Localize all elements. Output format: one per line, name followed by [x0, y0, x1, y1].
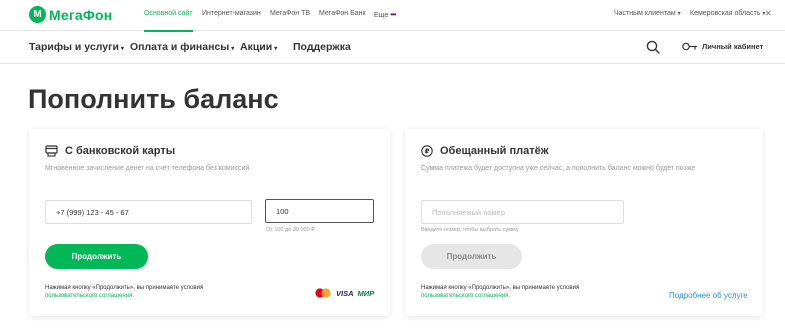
bank-card-header: С банковской карты	[45, 145, 175, 157]
bank-card-subtitle: Мгновенное зачисление денег на счёт теле…	[45, 165, 250, 172]
phone-number-hint: Введите номер, чтобы выбрать сумму	[421, 227, 519, 233]
promised-payment-legal: Нажимая кнопку «Продолжить», вы принимае…	[421, 284, 579, 300]
top-link-more[interactable]: Еще •••	[374, 10, 397, 19]
key-icon	[682, 42, 697, 51]
ruble-icon: ₽	[421, 145, 433, 157]
promised-payment-header: ₽ Обещанный платёж	[421, 145, 549, 157]
close-icon[interactable]: ✕	[765, 9, 772, 18]
phone-input[interactable]: +7 (999) 123 - 45 - 67	[45, 200, 252, 224]
region-label: Кемеровская область	[690, 10, 761, 17]
nav-item-payment[interactable]: Оплата и финансы ▾	[130, 41, 234, 53]
customer-type-select[interactable]: Частным клиентам ▾	[614, 10, 681, 17]
continue-button-disabled[interactable]: Продолжить	[421, 244, 522, 269]
personal-account-label: Личный кабинет	[702, 42, 764, 51]
nav-item-tariffs-label: Тарифы и услуги	[29, 41, 119, 53]
user-agreement-link[interactable]: пользовательского соглашения.	[421, 292, 579, 300]
bank-card-legal: Нажимая кнопку «Продолжить», вы принимае…	[45, 284, 203, 300]
chevron-down-icon: ▾	[231, 46, 235, 52]
bank-card-panel: С банковской карты Мгновенное зачисление…	[29, 129, 390, 316]
nav-item-payment-label: Оплата и финансы	[130, 41, 230, 53]
nav-item-support[interactable]: Поддержка	[293, 41, 351, 53]
chevron-down-icon: ▾	[274, 46, 278, 52]
page-title: Пополнить баланс	[28, 84, 279, 114]
brand-name: МегаФон	[49, 6, 113, 23]
nav-item-tariffs[interactable]: Тарифы и услуги ▾	[29, 41, 124, 53]
card-terminal-icon	[45, 145, 58, 157]
top-link-main-site[interactable]: Основной сайт	[144, 10, 193, 32]
search-icon[interactable]	[646, 40, 660, 59]
legal-text: Нажимая кнопку «Продолжить», вы принимае…	[45, 285, 204, 291]
megafon-logo-icon: M	[29, 6, 46, 23]
nav-item-promotions[interactable]: Акции ▾	[240, 41, 277, 53]
promised-payment-subtitle: Сумма платежа будет доступна уже сейчас,…	[421, 165, 696, 172]
main-nav: Тарифы и услуги ▾ Оплата и финансы ▾ Акции…	[0, 31, 785, 64]
top-link-online-shop[interactable]: Интернет-магазин	[202, 10, 261, 17]
mir-icon: МИР	[357, 288, 375, 298]
chevron-down-icon: ▾	[677, 11, 681, 17]
amount-hint: От 100 до 30 000 ₽	[266, 227, 315, 233]
legal-text: Нажимая кнопку «Продолжить», вы принимае…	[421, 285, 580, 291]
promised-payment-panel: ₽ Обещанный платёж Сумма платежа будет д…	[405, 129, 763, 316]
phone-number-input[interactable]: Пополняемый номер	[421, 200, 624, 224]
customer-type-label: Частным клиентам	[614, 10, 676, 17]
more-dots-icon: •••	[390, 10, 396, 19]
top-link-megafon-bank[interactable]: МегаФон Банк	[319, 10, 366, 17]
megafon-logo[interactable]: M МегаФон	[29, 6, 112, 23]
user-agreement-link[interactable]: пользовательского соглашения.	[45, 292, 203, 300]
promised-payment-title: Обещанный платёж	[440, 145, 549, 157]
top-bar: M МегаФон Основной сайт Интернет-магазин…	[0, 0, 785, 32]
mastercard-icon	[315, 288, 331, 298]
region-select[interactable]: Кемеровская область ▾	[690, 10, 765, 17]
continue-button[interactable]: Продолжить	[45, 244, 148, 269]
service-details-link[interactable]: Подробнее об услуге	[669, 291, 748, 300]
chevron-down-icon: ▾	[120, 46, 124, 52]
bank-card-title: С банковской карты	[65, 145, 176, 157]
visa-icon: VISA	[336, 288, 354, 298]
amount-input[interactable]: 100	[265, 199, 374, 223]
top-link-megafon-tv[interactable]: МегаФон ТВ	[270, 10, 310, 17]
svg-text:₽: ₽	[425, 148, 430, 156]
payment-systems: VISA МИР	[315, 288, 374, 298]
top-link-more-label: Еще	[374, 12, 389, 19]
personal-account-link[interactable]: Личный кабинет	[682, 42, 763, 51]
nav-item-promotions-label: Акции	[240, 41, 273, 53]
